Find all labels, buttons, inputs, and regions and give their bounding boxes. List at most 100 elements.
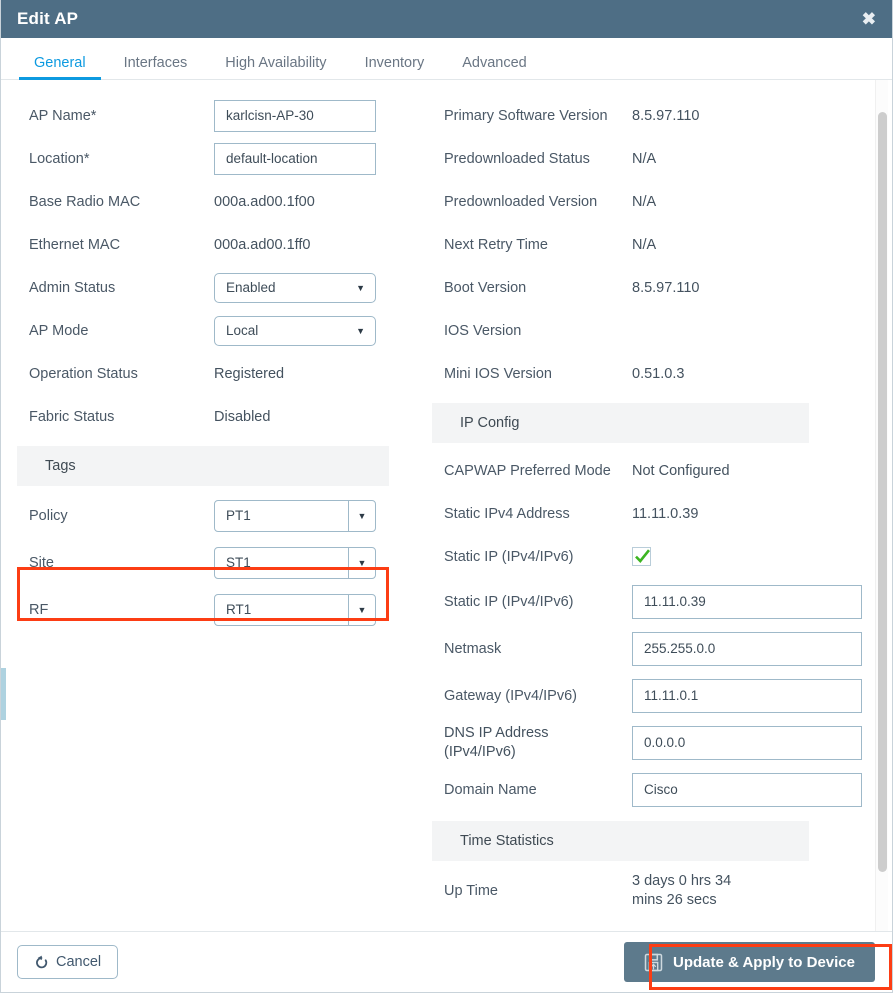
field-up-time: Up Time 3 days 0 hrs 34 mins 26 secs bbox=[416, 867, 871, 914]
modal-body: AP Name* Location* Base Radio MAC 000a.a… bbox=[1, 80, 892, 931]
static-ip-checkbox-label: Static IP (IPv4/IPv6) bbox=[444, 548, 574, 565]
rf-tag-value: RT1 bbox=[226, 602, 252, 617]
ethernet-mac-label: Ethernet MAC bbox=[29, 236, 121, 253]
admin-status-select[interactable]: Enabled ▼ bbox=[214, 272, 376, 303]
cancel-button[interactable]: Cancel bbox=[17, 945, 119, 979]
left-edge-marker bbox=[1, 668, 6, 720]
undo-icon bbox=[34, 955, 49, 970]
site-tag-select[interactable]: ST1 ▼ bbox=[214, 546, 376, 579]
up-time-label: Up Time bbox=[444, 882, 498, 899]
field-primary-software-version: Primary Software Version 8.5.97.110 bbox=[416, 94, 871, 137]
dns-ip-address-label-line2: (IPv4/IPv6) bbox=[444, 743, 516, 760]
field-gateway: Gateway (IPv4/IPv6) bbox=[416, 672, 871, 719]
field-mini-ios-version: Mini IOS Version 0.51.0.3 bbox=[416, 352, 871, 395]
chevron-down-icon[interactable]: ▼ bbox=[348, 500, 375, 531]
next-retry-time-value: N/A bbox=[632, 236, 657, 253]
fabric-status-label: Fabric Status bbox=[29, 408, 115, 425]
predownloaded-version-value: N/A bbox=[632, 193, 657, 210]
policy-tag-label: Policy bbox=[29, 507, 68, 524]
ap-mode-select[interactable]: Local ▼ bbox=[214, 315, 376, 346]
update-and-apply-button-label: Update & Apply to Device bbox=[673, 953, 855, 971]
modal-footer: Cancel Update & Apply to Device bbox=[1, 931, 892, 992]
next-retry-time-label: Next Retry Time bbox=[444, 236, 548, 253]
field-capwap-preferred-mode: CAPWAP Preferred Mode Not Configured bbox=[416, 449, 871, 492]
predownloaded-status-value: N/A bbox=[632, 150, 657, 167]
field-policy-tag: Policy PT1 ▼ bbox=[1, 492, 416, 539]
field-next-retry-time: Next Retry Time N/A bbox=[416, 223, 871, 266]
dns-ip-address-input[interactable] bbox=[632, 725, 862, 760]
ap-mode-value: Local bbox=[226, 323, 259, 338]
modal-titlebar: Edit AP ✖ bbox=[1, 0, 892, 38]
cancel-button-label: Cancel bbox=[56, 954, 102, 970]
page-title: Edit AP bbox=[17, 9, 79, 28]
scrollbar-thumb[interactable] bbox=[878, 112, 887, 872]
base-radio-mac-value: 000a.ad00.1f00 bbox=[214, 193, 315, 210]
location-input[interactable] bbox=[214, 142, 376, 175]
field-ap-name: AP Name* bbox=[1, 94, 416, 137]
dns-ip-address-label-line1: DNS IP Address bbox=[444, 724, 549, 741]
field-domain-name: Domain Name bbox=[416, 766, 871, 813]
mini-ios-version-value: 0.51.0.3 bbox=[632, 365, 685, 382]
static-ip-input[interactable] bbox=[632, 584, 862, 619]
tab-general[interactable]: General bbox=[15, 55, 105, 80]
field-location: Location* bbox=[1, 137, 416, 180]
field-fabric-status: Fabric Status Disabled bbox=[1, 395, 416, 438]
chevron-down-icon[interactable]: ▼ bbox=[348, 547, 375, 578]
close-icon[interactable]: ✖ bbox=[856, 7, 882, 32]
up-time-value-line2: mins 26 secs bbox=[632, 891, 717, 908]
field-static-ip-checkbox: Static IP (IPv4/IPv6) bbox=[416, 535, 871, 578]
base-radio-mac-label: Base Radio MAC bbox=[29, 193, 141, 210]
dns-ip-address-label: DNS IP Address (IPv4/IPv6) bbox=[444, 724, 632, 761]
tab-advanced[interactable]: Advanced bbox=[443, 55, 546, 79]
domain-name-input[interactable] bbox=[632, 772, 862, 807]
field-static-ip: Static IP (IPv4/IPv6) bbox=[416, 578, 871, 625]
ap-name-input[interactable] bbox=[214, 99, 376, 132]
static-ipv4-address-label: Static IPv4 Address bbox=[444, 505, 570, 522]
field-ap-mode: AP Mode Local ▼ bbox=[1, 309, 416, 352]
policy-tag-value: PT1 bbox=[226, 508, 251, 523]
time-statistics-section-header: Time Statistics bbox=[432, 821, 809, 861]
tab-interfaces[interactable]: Interfaces bbox=[105, 55, 207, 79]
up-time-value: 3 days 0 hrs 34 mins 26 secs bbox=[632, 872, 731, 909]
mini-ios-version-label: Mini IOS Version bbox=[444, 365, 552, 382]
static-ip-checkbox[interactable] bbox=[632, 547, 651, 566]
field-site-tag: Site ST1 ▼ bbox=[1, 539, 416, 586]
gateway-input[interactable] bbox=[632, 678, 862, 713]
site-tag-label: Site bbox=[29, 554, 54, 571]
netmask-input[interactable] bbox=[632, 631, 862, 666]
operation-status-label: Operation Status bbox=[29, 365, 138, 382]
field-ios-version: IOS Version bbox=[416, 309, 871, 352]
operation-status-value: Registered bbox=[214, 365, 285, 382]
field-admin-status: Admin Status Enabled ▼ bbox=[1, 266, 416, 309]
boot-version-value: 8.5.97.110 bbox=[632, 279, 700, 296]
ethernet-mac-value: 000a.ad00.1ff0 bbox=[214, 236, 311, 253]
rf-tag-select[interactable]: RT1 ▼ bbox=[214, 593, 376, 626]
netmask-label: Netmask bbox=[444, 640, 502, 657]
vertical-scrollbar[interactable] bbox=[875, 80, 888, 931]
general-left-column: AP Name* Location* Base Radio MAC 000a.a… bbox=[1, 80, 416, 633]
admin-status-label: Admin Status bbox=[29, 279, 116, 296]
chevron-down-icon[interactable]: ▼ bbox=[348, 594, 375, 625]
field-operation-status: Operation Status Registered bbox=[1, 352, 416, 395]
field-ethernet-mac: Ethernet MAC 000a.ad00.1ff0 bbox=[1, 223, 416, 266]
field-netmask: Netmask bbox=[416, 625, 871, 672]
fabric-status-value: Disabled bbox=[214, 408, 271, 425]
edit-ap-modal: Edit AP ✖ General Interfaces High Availa… bbox=[0, 0, 893, 993]
tab-high-availability[interactable]: High Availability bbox=[206, 55, 345, 79]
ios-version-label: IOS Version bbox=[444, 322, 522, 339]
static-ipv4-address-value: 11.11.0.39 bbox=[632, 505, 699, 522]
field-base-radio-mac: Base Radio MAC 000a.ad00.1f00 bbox=[1, 180, 416, 223]
update-and-apply-button[interactable]: Update & Apply to Device bbox=[624, 942, 875, 982]
site-tag-value: ST1 bbox=[226, 555, 251, 570]
domain-name-label: Domain Name bbox=[444, 781, 537, 798]
chevron-down-icon: ▼ bbox=[356, 325, 365, 336]
predownloaded-version-label: Predownloaded Version bbox=[444, 193, 598, 210]
general-right-column: Primary Software Version 8.5.97.110 Pred… bbox=[416, 80, 871, 914]
boot-version-label: Boot Version bbox=[444, 279, 527, 296]
field-dns-ip-address: DNS IP Address (IPv4/IPv6) bbox=[416, 719, 871, 766]
policy-tag-select[interactable]: PT1 ▼ bbox=[214, 499, 376, 532]
tags-section-header: Tags bbox=[17, 446, 389, 486]
field-rf-tag: RF RT1 ▼ bbox=[1, 586, 416, 633]
capwap-preferred-mode-label: CAPWAP Preferred Mode bbox=[444, 462, 611, 479]
tab-inventory[interactable]: Inventory bbox=[346, 55, 444, 79]
